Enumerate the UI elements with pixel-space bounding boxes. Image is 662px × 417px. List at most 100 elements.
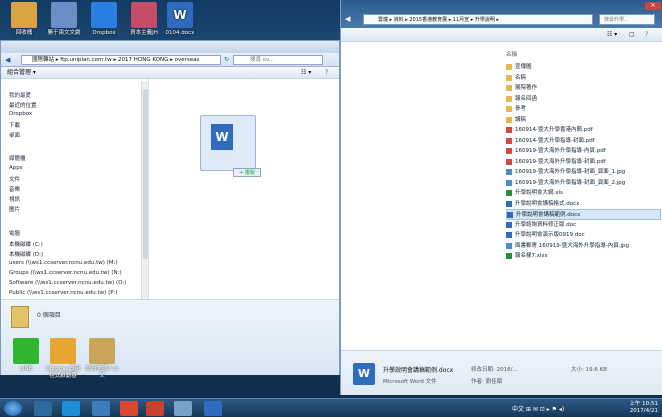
desktop-icon-chrome-apps[interactable]: Chrome 應用程式啟動器: [44, 338, 82, 380]
desktop-icon-pdf[interactable]: 資本主義JH: [124, 2, 164, 37]
search-input[interactable]: 搜尋 ov...: [233, 55, 323, 65]
file-row[interactable]: 面書郵寄 160919-暨大海外升學指導-內頁.jpg: [506, 241, 661, 252]
nav-item-drive[interactable]: users (\\ws1.ccserver.ncnu.edu.tw) (M:): [9, 260, 118, 266]
toolbar: ☷ ▾ ▢ ?: [341, 28, 662, 42]
nav-scrollbar[interactable]: [141, 81, 148, 334]
file-name: 展院著作: [515, 85, 538, 91]
img-file-icon: [506, 169, 512, 175]
nav-item-drive[interactable]: 本機磁碟 (D:): [9, 250, 43, 258]
nav-item-library[interactable]: 視訊: [9, 195, 20, 203]
file-name: 160919-暨大海外升學指導-封面.pdf: [515, 158, 606, 165]
taskbar-app-grid[interactable]: [92, 401, 110, 416]
nav-item-favorite[interactable]: 桌面: [9, 131, 20, 139]
taskbar-app-misc[interactable]: [174, 401, 192, 416]
back-icon[interactable]: ◀: [345, 15, 350, 23]
file-name: 講稿: [515, 116, 527, 123]
file-name: 升學說明會大綱.xls: [515, 190, 563, 196]
desktop-icon-dropbox[interactable]: Dropbox: [84, 2, 124, 37]
taskbar-app-powerpoint[interactable]: [146, 401, 164, 416]
address-bar[interactable]: 國際轉站 ▸ ftp.uniplan.com.tw ▸ 2017 HONG KO…: [21, 55, 221, 65]
folder-file-icon: [506, 74, 512, 81]
organize-button[interactable]: 組合管理 ▾: [7, 69, 36, 76]
file-row[interactable]: 升學諮詢資料修正版.doc: [506, 220, 661, 231]
copy-indicator: + 複製: [233, 168, 261, 177]
start-button[interactable]: [4, 401, 22, 416]
desktop-icon-doc[interactable]: 勝于兩文文劇: [44, 2, 84, 37]
word-icon: W: [167, 2, 193, 28]
file-row[interactable]: 160914-暨大升學指導-封面.pdf: [506, 136, 661, 147]
file-row[interactable]: 名稿: [506, 73, 661, 84]
navigation-pane: 我的最愛 最近的位置 Dropbox 下載 桌面 媒體櫃 Apps 文件 音樂 …: [1, 79, 149, 334]
file-row[interactable]: 升學說明會大綱.xls: [506, 188, 661, 199]
navigation-pane[interactable]: [341, 42, 501, 350]
file-row[interactable]: 參考: [506, 104, 661, 115]
desktop-icon-line[interactable]: LINE: [6, 338, 46, 373]
close-button[interactable]: ✕: [645, 2, 661, 10]
file-name: 升學諮詢資料修正版.doc: [515, 221, 577, 228]
scrollbar-thumb[interactable]: [143, 89, 148, 259]
nav-item-library[interactable]: Apps: [9, 165, 23, 171]
file-row[interactable]: 升學說明會講稿格式.docx: [506, 199, 661, 210]
search-placeholder: 搜尋升學...: [604, 17, 629, 23]
address-text: 雲端 ▸ 資料 ▸ 2015香港教育展 ▸ 11月宣 ▸ 升學說明 ▸: [378, 17, 499, 23]
nav-item-favorite[interactable]: 最近的位置: [9, 101, 37, 109]
system-tray-icons[interactable]: 中文 ⊞ ✉ ⊡ ▸ ⚑ ◂): [512, 404, 564, 413]
help-icon[interactable]: ?: [325, 67, 328, 79]
address-text: 國際轉站 ▸ ftp.uniplan.com.tw ▸ 2017 HONG KO…: [32, 57, 200, 63]
window-titlebar[interactable]: [1, 41, 339, 53]
preview-pane-icon[interactable]: ▢: [629, 31, 635, 38]
refresh-icon[interactable]: ↻: [224, 56, 229, 63]
chrome-apps-icon: [50, 338, 76, 364]
file-row[interactable]: 宣傳圖: [506, 62, 661, 73]
nav-item-library[interactable]: 圖片: [9, 205, 20, 213]
desktop-icon-folder[interactable]: 訪日美國人公文: [84, 338, 120, 380]
file-row[interactable]: 講稿: [506, 115, 661, 126]
desktop-icon-label: 回收桶: [15, 30, 33, 36]
view-options-icon[interactable]: ☷ ▾: [301, 67, 311, 79]
nav-item-drive[interactable]: Public (\\ws1.ccserver.ncnu.edu.tw) (P:): [9, 290, 118, 296]
desktop-icon-recycle-bin[interactable]: 回收桶: [4, 2, 44, 37]
dragged-file[interactable]: W: [200, 115, 256, 171]
nav-item-favorite[interactable]: Dropbox: [9, 111, 32, 117]
taskbar-app-word[interactable]: [204, 401, 222, 416]
file-row[interactable]: 報名樣7.xlsx: [506, 251, 661, 262]
window-titlebar[interactable]: ◀ 雲端 ▸ 資料 ▸ 2015香港教育展 ▸ 11月宣 ▸ 升學說明 ▸ 搜尋…: [341, 0, 662, 28]
column-header-name[interactable]: 名稱: [506, 50, 517, 58]
file-row[interactable]: 升學說明會講稿範例.docx: [506, 209, 661, 220]
file-row[interactable]: 160919-暨大海外升學指導-封面_頁面_2.jpg: [506, 178, 661, 189]
nav-header-libraries[interactable]: 媒體櫃: [9, 154, 26, 162]
line-icon: [13, 338, 39, 364]
file-name: 報名回函: [515, 95, 538, 102]
nav-item-drive[interactable]: Groups (\\ws1.ccserver.ncnu.edu.tw) (N:): [9, 270, 122, 276]
desktop-icon-label: Dropbox: [92, 30, 116, 36]
folder-file-icon: [506, 116, 512, 123]
nav-item-drive[interactable]: 本機磁碟 (C:): [9, 240, 43, 248]
search-input[interactable]: 搜尋升學...: [599, 14, 655, 25]
nav-item-library[interactable]: 文件: [9, 175, 20, 183]
file-row[interactable]: 160919-暨大海外升學指導-內頁.pdf: [506, 146, 661, 157]
nav-header-computer[interactable]: 電腦: [9, 229, 20, 237]
nav-item-drive[interactable]: Software (\\ws1.ccserver.ncnu.edu.tw) (O…: [9, 280, 126, 286]
folder-file-icon: [506, 64, 512, 70]
xls-file-icon: [506, 253, 512, 259]
toolbar: 組合管理 ▾ ☷ ▾ ?: [1, 67, 339, 79]
file-row[interactable]: 展院著作: [506, 83, 661, 94]
back-icon[interactable]: ◀: [5, 56, 10, 64]
file-row[interactable]: 報名回函: [506, 94, 661, 105]
help-icon[interactable]: ?: [645, 31, 648, 38]
address-bar[interactable]: 雲端 ▸ 資料 ▸ 2015香港教育展 ▸ 11月宣 ▸ 升學說明 ▸: [363, 14, 593, 25]
nav-item-library[interactable]: 音樂: [9, 185, 20, 193]
clock[interactable]: 上午 10:51 2017/4/21: [629, 401, 658, 415]
file-row[interactable]: 160914-暨大升學香港內簡.pdf: [506, 125, 661, 136]
taskbar-app-ie[interactable]: [62, 401, 80, 416]
file-row[interactable]: 160919-暨大海外升學指導-封面.pdf: [506, 157, 661, 168]
desktop-icon-word[interactable]: W 0104.docx: [160, 2, 200, 37]
nav-header-favorites[interactable]: 我的最愛: [9, 91, 31, 99]
taskbar-app-explorer[interactable]: [34, 401, 52, 416]
file-row[interactable]: 升學說明會演示版0919.doc: [506, 230, 661, 241]
nav-item-favorite[interactable]: 下載: [9, 121, 20, 129]
view-options-icon[interactable]: ☷ ▾: [607, 31, 617, 38]
file-row[interactable]: 160919-暨大海外升學指導-封面_頁面_1.jpg: [506, 167, 661, 178]
file-name: 升學說明會演示版0919.doc: [515, 232, 585, 238]
taskbar-app-chrome[interactable]: [120, 401, 138, 416]
